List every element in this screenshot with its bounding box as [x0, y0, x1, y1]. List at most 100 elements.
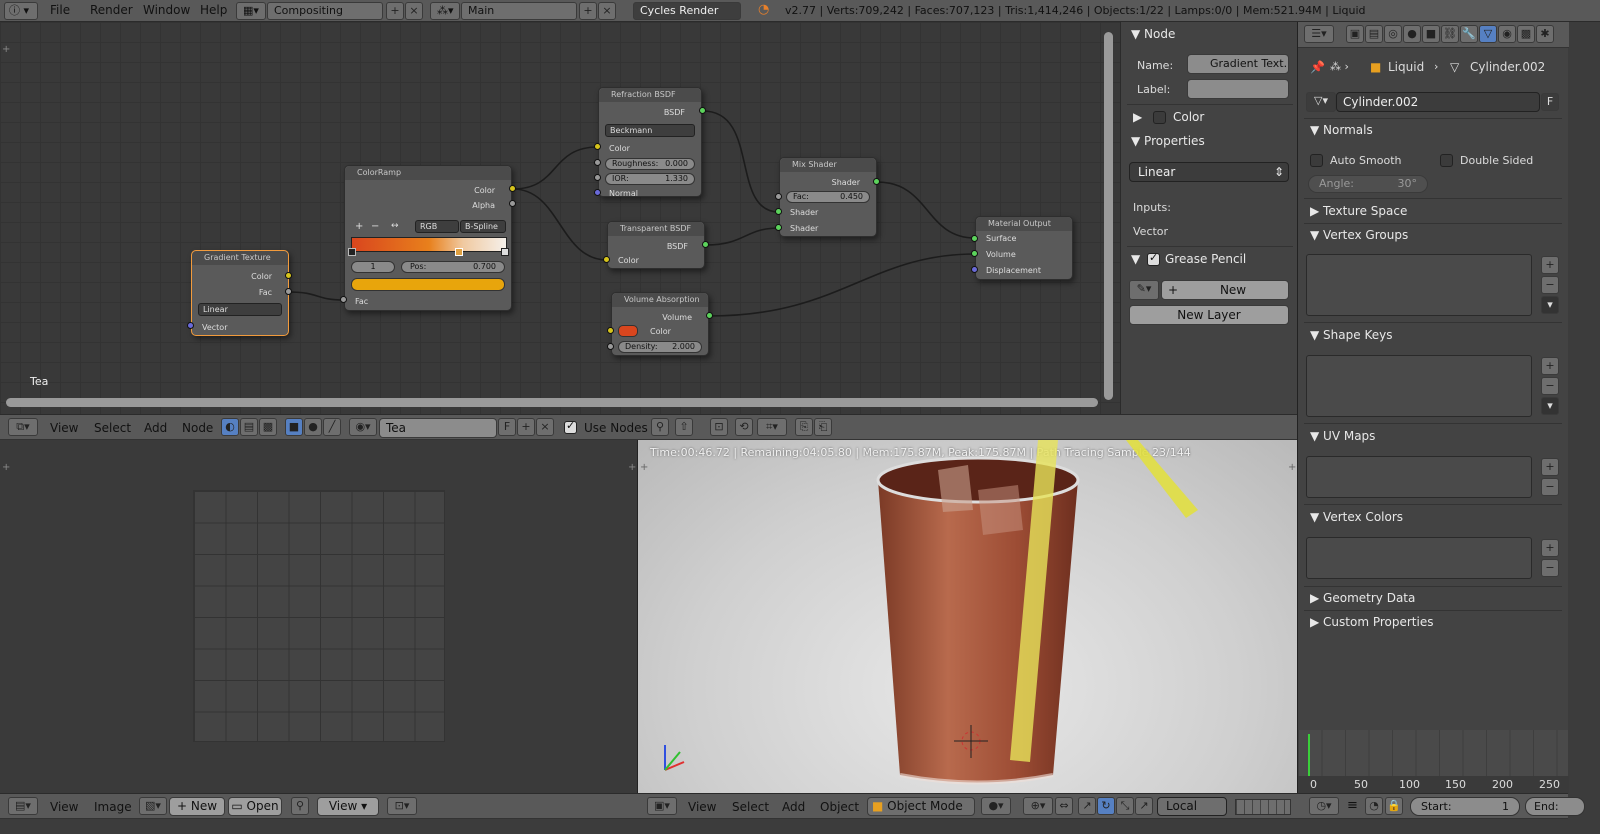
image-menu-view[interactable]: View [50, 800, 78, 814]
output-surface-input-socket[interactable] [971, 235, 978, 242]
use-nodes-checkbox[interactable]: ✓ [564, 419, 577, 434]
uv-maps-panel-toggle[interactable]: ▼ UV Maps [1310, 429, 1375, 443]
texture-space-panel-toggle[interactable]: ▶ Texture Space [1310, 204, 1407, 218]
volume-density-input-socket[interactable] [607, 343, 614, 350]
volume-color-swatch[interactable] [618, 325, 638, 337]
layout-icon-button[interactable]: ▦▾ [236, 2, 266, 20]
scene-field[interactable]: Main [461, 2, 577, 20]
viewport-shading-icon[interactable]: ●▾ [981, 797, 1011, 815]
material-browse-icon[interactable]: ◉▾ [349, 418, 377, 436]
ramp-stop-1[interactable] [455, 248, 463, 256]
particles-tab-icon[interactable]: ✱ [1536, 25, 1554, 43]
interpolation-dropdown[interactable]: Linear ⇕ [1129, 162, 1289, 182]
image-pivot-icon[interactable]: ⊡▾ [387, 797, 417, 815]
shader-nodes-icon[interactable]: ◐ [221, 418, 239, 436]
colorramp-node[interactable]: ColorRamp Color Alpha + − ↔ RGB B-Spline… [344, 165, 512, 311]
render-engine-dropdown[interactable]: Cycles Render [633, 2, 741, 20]
snap-toggle-icon[interactable]: ⟲ [735, 418, 753, 436]
vertex-color-remove-icon[interactable]: − [1541, 559, 1559, 577]
node-label-field[interactable] [1187, 79, 1289, 99]
end-frame-field[interactable]: End: [1525, 797, 1585, 816]
transform-orientation-dropdown[interactable]: Local [1157, 797, 1227, 816]
start-frame-field[interactable]: Start: 1 [1410, 797, 1520, 816]
pin-icon[interactable]: ⚲ [651, 418, 669, 436]
viewport-menu-select[interactable]: Select [732, 800, 769, 814]
ramp-flip-icon[interactable]: ↔ [391, 221, 399, 231]
mesh-fake-user-button[interactable]: F [1541, 93, 1559, 111]
mesh-name-field[interactable]: Cylinder.002 [1336, 92, 1540, 112]
image-menu-image[interactable]: Image [94, 800, 132, 814]
paste-nodes-icon[interactable]: ⎗ [814, 418, 832, 436]
ramp-stop-0[interactable] [348, 248, 356, 256]
angle-field[interactable]: Angle: 30° [1308, 175, 1428, 193]
world-tab-icon[interactable]: ● [1403, 25, 1421, 43]
ramp-remove-icon[interactable]: − [371, 221, 379, 232]
node-menu-select[interactable]: Select [94, 421, 131, 435]
shape-key-remove-icon[interactable]: − [1541, 377, 1559, 395]
vertex-colors-panel-toggle[interactable]: ▼ Vertex Colors [1310, 510, 1403, 524]
new-material-icon[interactable]: + [517, 418, 535, 436]
image-editor-area[interactable]: + + [0, 440, 637, 793]
grease-pencil-toggle[interactable]: ▼ [1131, 252, 1140, 266]
mesh-browse-icon[interactable]: ▽▾ [1306, 92, 1336, 112]
node-editor-canvas[interactable]: + Tea Gradient Texture Color Fac Linear … [0, 22, 1120, 414]
ramp-gradient-bar[interactable] [351, 237, 507, 252]
layer-buttons[interactable] [1235, 799, 1291, 815]
world-shader-icon[interactable]: ● [304, 418, 322, 436]
keying-lock-icon[interactable]: 🔒 [1385, 797, 1403, 815]
ramp-pos-field[interactable]: Pos: 0.700 [401, 261, 505, 273]
ramp-interp-dropdown[interactable]: B-Spline [460, 220, 506, 233]
transform-extra-icon[interactable]: ↗ [1135, 797, 1153, 815]
copy-nodes-icon[interactable]: ⎘ [795, 418, 813, 436]
properties-panel-toggle[interactable]: ▼ Properties [1131, 134, 1205, 148]
material-output-node[interactable]: Material Output Surface Volume Displacem… [975, 216, 1073, 280]
node-name-field[interactable]: Gradient Text... [1187, 54, 1289, 74]
shape-keys-panel-toggle[interactable]: ▼ Shape Keys [1310, 328, 1392, 342]
compositing-nodes-icon[interactable]: ▤ [240, 418, 258, 436]
vertex-group-remove-icon[interactable]: − [1541, 276, 1559, 294]
render-layers-tab-icon[interactable]: ▤ [1365, 25, 1383, 43]
refraction-color-input-socket[interactable] [594, 143, 601, 150]
render-tab-icon[interactable]: ▣ [1346, 25, 1364, 43]
gradient-color-output-socket[interactable] [285, 272, 292, 279]
vertex-color-add-icon[interactable]: + [1541, 539, 1559, 557]
mix-fac-field[interactable]: Fac: 0.450 [786, 191, 870, 203]
scene-tab-icon[interactable]: ◎ [1384, 25, 1402, 43]
timeline-playhead[interactable] [1308, 734, 1310, 776]
node-menu-add[interactable]: Add [144, 421, 167, 435]
refraction-distribution-dropdown[interactable]: Beckmann [605, 124, 695, 137]
refraction-bsdf-output-socket[interactable] [699, 107, 706, 114]
shape-keys-list[interactable] [1306, 355, 1532, 417]
gradient-texture-node[interactable]: Gradient Texture Color Fac Linear Vector [191, 250, 289, 336]
viewport-render-area[interactable]: Time:00:46.72 | Remaining:04:05.80 | Mem… [637, 440, 1297, 793]
mesh-data-tab-icon[interactable]: ▽ [1479, 25, 1497, 43]
rotate-manipulator-icon[interactable]: ↻ [1097, 797, 1115, 815]
remove-layout-icon[interactable]: × [405, 2, 423, 20]
refraction-normal-input-socket[interactable] [594, 189, 601, 196]
mix-shader-output-socket[interactable] [873, 178, 880, 185]
node-menu-view[interactable]: View [50, 421, 78, 435]
menu-help[interactable]: Help [200, 3, 227, 17]
object-tab-icon[interactable]: ■ [1422, 25, 1440, 43]
refraction-ior-input-socket[interactable] [594, 174, 601, 181]
normals-panel-toggle[interactable]: ▼ Normals [1310, 123, 1373, 137]
double-sided-checkbox[interactable] [1440, 154, 1453, 167]
object-mode-dropdown[interactable]: ■ Object Mode [867, 797, 975, 816]
node-color-checkbox[interactable] [1153, 111, 1166, 124]
image-editor-type-icon[interactable]: ▤▾ [8, 797, 38, 815]
info-editor-type-button[interactable]: ⓘ ▾ [4, 2, 38, 20]
viewport-menu-view[interactable]: View [688, 800, 716, 814]
gradient-fac-output-socket[interactable] [285, 288, 292, 295]
parent-tree-icon[interactable]: ⇧ [675, 418, 693, 436]
output-volume-input-socket[interactable] [971, 250, 978, 257]
ramp-mode-dropdown[interactable]: RGB [415, 220, 459, 233]
refraction-bsdf-node[interactable]: Refraction BSDF BSDF Beckmann Color Roug… [598, 87, 702, 198]
scene-icon-button[interactable]: ⁂▾ [430, 2, 460, 20]
volume-density-field[interactable]: Density: 2.000 [618, 341, 702, 353]
mix-fac-input-socket[interactable] [775, 193, 782, 200]
unlink-material-icon[interactable]: × [536, 418, 554, 436]
uv-map-remove-icon[interactable]: − [1541, 478, 1559, 496]
add-scene-icon[interactable]: + [579, 2, 597, 20]
transparent-bsdf-output-socket[interactable] [702, 241, 709, 248]
manipulator-toggle-icon[interactable]: ⇔ [1055, 797, 1073, 815]
